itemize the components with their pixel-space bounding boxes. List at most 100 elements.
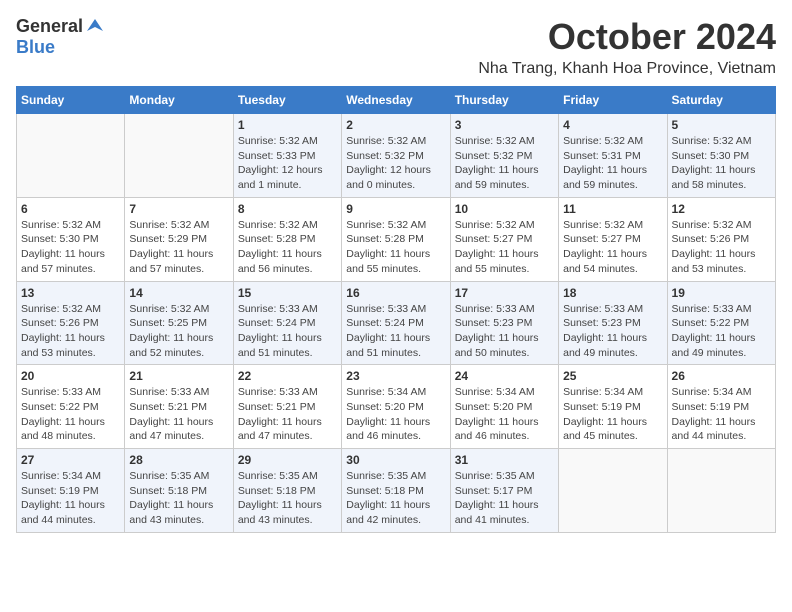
day-number: 20 [21, 369, 120, 383]
day-number: 11 [563, 202, 662, 216]
calendar-week-row: 1 Sunrise: 5:32 AM Sunset: 5:33 PM Daylig… [17, 114, 776, 198]
day-detail: Sunrise: 5:32 AM Sunset: 5:33 PM Dayligh… [238, 134, 337, 193]
calendar-cell: 25 Sunrise: 5:34 AM Sunset: 5:19 PM Dayli… [559, 365, 667, 449]
day-number: 5 [672, 118, 771, 132]
calendar-cell: 4 Sunrise: 5:32 AM Sunset: 5:31 PM Daylig… [559, 114, 667, 198]
location-title: Nha Trang, Khanh Hoa Province, Vietnam [478, 60, 776, 78]
day-number: 16 [346, 286, 445, 300]
day-number: 19 [672, 286, 771, 300]
calendar-cell: 21 Sunrise: 5:33 AM Sunset: 5:21 PM Dayli… [125, 365, 233, 449]
day-detail: Sunrise: 5:33 AM Sunset: 5:24 PM Dayligh… [346, 302, 445, 361]
calendar-cell: 27 Sunrise: 5:34 AM Sunset: 5:19 PM Dayli… [17, 449, 125, 533]
calendar-cell: 7Sunrise: 5:32 AM Sunset: 5:29 PM Daylig… [125, 197, 233, 281]
day-number: 23 [346, 369, 445, 383]
day-detail: Sunrise: 5:34 AM Sunset: 5:20 PM Dayligh… [455, 385, 554, 444]
day-number: 30 [346, 453, 445, 467]
day-detail: Sunrise: 5:33 AM Sunset: 5:21 PM Dayligh… [238, 385, 337, 444]
day-number: 17 [455, 286, 554, 300]
calendar-cell: 14 Sunrise: 5:32 AM Sunset: 5:25 PM Dayli… [125, 281, 233, 365]
calendar-cell: 12 Sunrise: 5:32 AM Sunset: 5:26 PM Dayli… [667, 197, 775, 281]
day-detail: Sunrise: 5:32 AM Sunset: 5:30 PM Dayligh… [672, 134, 771, 193]
calendar-cell: 9 Sunrise: 5:32 AM Sunset: 5:28 PM Daylig… [342, 197, 450, 281]
day-detail: Sunrise: 5:33 AM Sunset: 5:23 PM Dayligh… [455, 302, 554, 361]
day-detail: Sunrise: 5:33 AM Sunset: 5:21 PM Dayligh… [129, 385, 228, 444]
calendar-week-row: 20 Sunrise: 5:33 AM Sunset: 5:22 PM Dayli… [17, 365, 776, 449]
day-detail: Sunrise: 5:32 AM Sunset: 5:30 PM Dayligh… [21, 218, 120, 277]
day-detail: Sunrise: 5:32 AM Sunset: 5:27 PM Dayligh… [455, 218, 554, 277]
day-detail: Sunrise: 5:33 AM Sunset: 5:22 PM Dayligh… [21, 385, 120, 444]
day-number: 1 [238, 118, 337, 132]
day-number: 2 [346, 118, 445, 132]
calendar-cell [17, 114, 125, 198]
header-day-monday: Monday [125, 87, 233, 114]
day-detail: Sunrise: 5:35 AM Sunset: 5:18 PM Dayligh… [129, 469, 228, 528]
day-detail: Sunrise: 5:32 AM Sunset: 5:25 PM Dayligh… [129, 302, 228, 361]
header-day-sunday: Sunday [17, 87, 125, 114]
day-number: 27 [21, 453, 120, 467]
calendar-cell: 3 Sunrise: 5:32 AM Sunset: 5:32 PM Daylig… [450, 114, 558, 198]
calendar-header-row: SundayMondayTuesdayWednesdayThursdayFrid… [17, 87, 776, 114]
calendar-cell: 16 Sunrise: 5:33 AM Sunset: 5:24 PM Dayli… [342, 281, 450, 365]
day-detail: Sunrise: 5:33 AM Sunset: 5:22 PM Dayligh… [672, 302, 771, 361]
day-detail: Sunrise: 5:32 AM Sunset: 5:31 PM Dayligh… [563, 134, 662, 193]
calendar-cell: 31 Sunrise: 5:35 AM Sunset: 5:17 PM Dayli… [450, 449, 558, 533]
day-number: 4 [563, 118, 662, 132]
day-detail: Sunrise: 5:32 AM Sunset: 5:32 PM Dayligh… [455, 134, 554, 193]
calendar-cell: 17 Sunrise: 5:33 AM Sunset: 5:23 PM Dayli… [450, 281, 558, 365]
day-number: 28 [129, 453, 228, 467]
calendar-week-row: 27 Sunrise: 5:34 AM Sunset: 5:19 PM Dayli… [17, 449, 776, 533]
calendar-cell: 19 Sunrise: 5:33 AM Sunset: 5:22 PM Dayli… [667, 281, 775, 365]
day-number: 13 [21, 286, 120, 300]
day-detail: Sunrise: 5:32 AM Sunset: 5:27 PM Dayligh… [563, 218, 662, 277]
day-number: 3 [455, 118, 554, 132]
logo: General Blue [16, 16, 105, 58]
calendar-cell [559, 449, 667, 533]
calendar-table: SundayMondayTuesdayWednesdayThursdayFrid… [16, 86, 776, 533]
day-number: 12 [672, 202, 771, 216]
header-day-wednesday: Wednesday [342, 87, 450, 114]
day-number: 6 [21, 202, 120, 216]
calendar-cell: 8Sunrise: 5:32 AM Sunset: 5:28 PM Daylig… [233, 197, 341, 281]
day-detail: Sunrise: 5:32 AM Sunset: 5:26 PM Dayligh… [21, 302, 120, 361]
day-number: 31 [455, 453, 554, 467]
calendar-cell: 29Sunrise: 5:35 AM Sunset: 5:18 PM Dayli… [233, 449, 341, 533]
logo-bird-icon [85, 17, 105, 37]
calendar-cell: 18Sunrise: 5:33 AM Sunset: 5:23 PM Dayli… [559, 281, 667, 365]
day-detail: Sunrise: 5:35 AM Sunset: 5:17 PM Dayligh… [455, 469, 554, 528]
calendar-cell: 10 Sunrise: 5:32 AM Sunset: 5:27 PM Dayli… [450, 197, 558, 281]
calendar-week-row: 6 Sunrise: 5:32 AM Sunset: 5:30 PM Daylig… [17, 197, 776, 281]
header-day-tuesday: Tuesday [233, 87, 341, 114]
day-detail: Sunrise: 5:32 AM Sunset: 5:28 PM Dayligh… [346, 218, 445, 277]
calendar-cell: 30Sunrise: 5:35 AM Sunset: 5:18 PM Dayli… [342, 449, 450, 533]
calendar-cell: 20 Sunrise: 5:33 AM Sunset: 5:22 PM Dayli… [17, 365, 125, 449]
day-number: 15 [238, 286, 337, 300]
day-detail: Sunrise: 5:34 AM Sunset: 5:19 PM Dayligh… [672, 385, 771, 444]
calendar-cell: 28 Sunrise: 5:35 AM Sunset: 5:18 PM Dayli… [125, 449, 233, 533]
title-area: October 2024 Nha Trang, Khanh Hoa Provin… [478, 16, 776, 78]
calendar-cell: 24Sunrise: 5:34 AM Sunset: 5:20 PM Dayli… [450, 365, 558, 449]
day-detail: Sunrise: 5:32 AM Sunset: 5:26 PM Dayligh… [672, 218, 771, 277]
day-number: 8 [238, 202, 337, 216]
header: General Blue October 2024 Nha Trang, Kha… [16, 16, 776, 78]
day-detail: Sunrise: 5:34 AM Sunset: 5:19 PM Dayligh… [563, 385, 662, 444]
logo-blue-text: Blue [16, 37, 55, 57]
calendar-cell [125, 114, 233, 198]
calendar-cell: 13 Sunrise: 5:32 AM Sunset: 5:26 PM Dayli… [17, 281, 125, 365]
calendar-cell: 5 Sunrise: 5:32 AM Sunset: 5:30 PM Daylig… [667, 114, 775, 198]
calendar-cell [667, 449, 775, 533]
month-title: October 2024 [478, 16, 776, 58]
calendar-week-row: 13 Sunrise: 5:32 AM Sunset: 5:26 PM Dayli… [17, 281, 776, 365]
day-number: 21 [129, 369, 228, 383]
day-detail: Sunrise: 5:33 AM Sunset: 5:24 PM Dayligh… [238, 302, 337, 361]
calendar-cell: 6 Sunrise: 5:32 AM Sunset: 5:30 PM Daylig… [17, 197, 125, 281]
day-detail: Sunrise: 5:35 AM Sunset: 5:18 PM Dayligh… [238, 469, 337, 528]
day-number: 9 [346, 202, 445, 216]
day-detail: Sunrise: 5:32 AM Sunset: 5:32 PM Dayligh… [346, 134, 445, 193]
day-number: 18 [563, 286, 662, 300]
calendar-cell: 2 Sunrise: 5:32 AM Sunset: 5:32 PM Daylig… [342, 114, 450, 198]
day-number: 14 [129, 286, 228, 300]
day-number: 10 [455, 202, 554, 216]
day-number: 25 [563, 369, 662, 383]
day-detail: Sunrise: 5:34 AM Sunset: 5:19 PM Dayligh… [21, 469, 120, 528]
calendar-cell: 23Sunrise: 5:34 AM Sunset: 5:20 PM Dayli… [342, 365, 450, 449]
